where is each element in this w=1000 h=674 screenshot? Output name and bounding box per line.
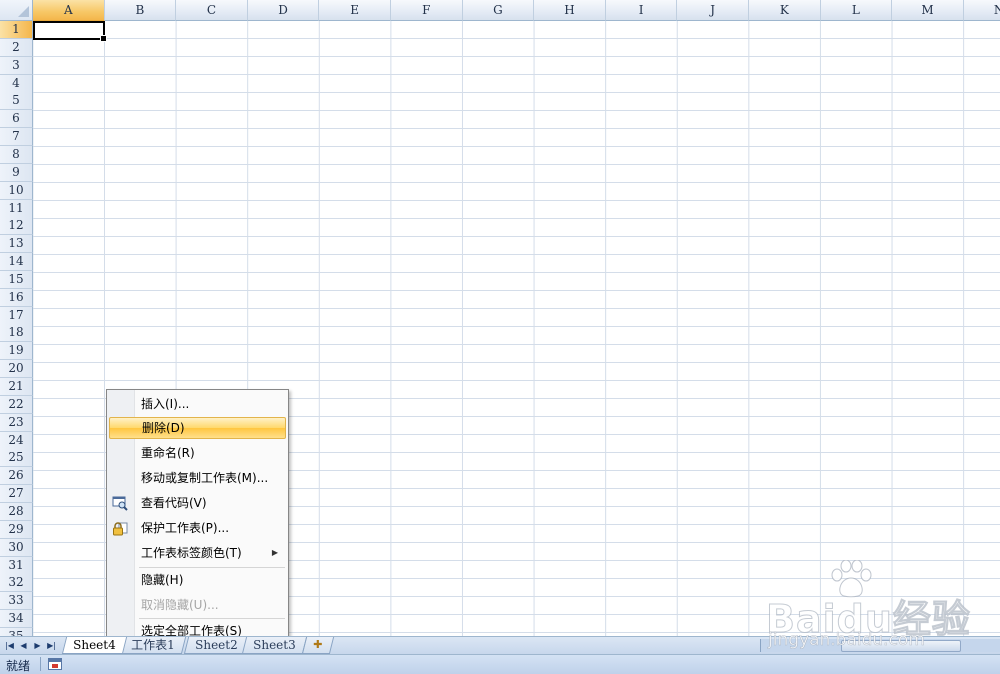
status-bar: 就绪 — [0, 654, 1000, 674]
row-header-10[interactable]: 10 — [0, 181, 33, 200]
row-header-28[interactable]: 28 — [0, 502, 33, 521]
row-header-24[interactable]: 24 — [0, 431, 33, 450]
row-header-1[interactable]: 1 — [0, 21, 33, 39]
menu-item-unhide: 取消隐藏(U)... — [141, 598, 219, 612]
sheet-tab-sheet4[interactable]: Sheet4 — [61, 637, 127, 654]
row-header-25[interactable]: 25 — [0, 449, 33, 468]
row-header-18[interactable]: 18 — [0, 324, 33, 343]
sheet-tab-worksheet1[interactable]: 工作表1 — [119, 637, 186, 654]
prev-sheet-icon[interactable]: ◀ — [17, 639, 30, 652]
row-header-5[interactable]: 5 — [0, 92, 33, 111]
menu-item-move-copy[interactable]: 移动或复制工作表(M)... — [109, 467, 286, 489]
select-all-button[interactable] — [0, 0, 33, 21]
row-header-21[interactable]: 21 — [0, 378, 33, 396]
row-header-23[interactable]: 23 — [0, 413, 33, 432]
sheet-tab-sheet2[interactable]: Sheet2 — [183, 637, 249, 654]
select-all-triangle-icon — [18, 6, 29, 17]
first-sheet-icon[interactable]: |◀ — [3, 639, 16, 652]
menu-item-hide[interactable]: 隐藏(H) — [109, 569, 286, 591]
row-header-19[interactable]: 19 — [0, 342, 33, 361]
row-header-6[interactable]: 6 — [0, 110, 33, 129]
sheet-tab-context-menu: 插入(I)... 删除(D) 重命名(R) 移动或复制工作表(M)... 查看代… — [106, 389, 289, 643]
row-header-15[interactable]: 15 — [0, 270, 33, 289]
row-header-9[interactable]: 9 — [0, 163, 33, 182]
row-header-29[interactable]: 29 — [0, 520, 33, 539]
row-header-30[interactable]: 30 — [0, 538, 33, 557]
menu-item-view-code[interactable]: 查看代码(V) — [109, 492, 286, 514]
row-header-12[interactable]: 12 — [0, 217, 33, 236]
column-header-n[interactable]: N — [963, 0, 1000, 21]
column-header-k[interactable]: K — [749, 0, 821, 21]
protect-sheet-icon — [113, 522, 128, 536]
sheet-tab-bar: |◀ ◀ ▶ ▶| Sheet4 工作表1 Sheet2 Sheet3 ✚ — [0, 636, 1000, 654]
macro-record-icon[interactable] — [48, 658, 62, 670]
menu-item-tab-color[interactable]: 工作表标签颜色(T) ▶ — [109, 542, 286, 564]
status-text: 就绪 — [6, 659, 31, 673]
next-sheet-icon[interactable]: ▶ — [31, 639, 44, 652]
column-header-l[interactable]: L — [820, 0, 893, 21]
row-header-4[interactable]: 4 — [0, 74, 33, 93]
column-header-j[interactable]: J — [677, 0, 749, 21]
row-header-8[interactable]: 8 — [0, 145, 33, 164]
fill-handle[interactable] — [100, 35, 107, 42]
menu-item-insert[interactable]: 插入(I)... — [109, 393, 286, 415]
last-sheet-icon[interactable]: ▶| — [45, 639, 58, 652]
row-header-13[interactable]: 13 — [0, 235, 33, 254]
row-header-17[interactable]: 17 — [0, 306, 33, 325]
column-header-g[interactable]: G — [462, 0, 535, 21]
column-header-e[interactable]: E — [319, 0, 391, 21]
row-header-35[interactable]: 35 — [0, 627, 33, 636]
active-cell-A1[interactable] — [33, 21, 107, 42]
menu-item-protect-sheet[interactable]: 保护工作表(P)... — [109, 517, 286, 539]
column-header-d[interactable]: D — [247, 0, 320, 21]
row-header-11[interactable]: 11 — [0, 199, 33, 218]
row-header-33[interactable]: 33 — [0, 592, 33, 611]
submenu-arrow-icon: ▶ — [271, 548, 278, 557]
insert-sheet-icon[interactable]: ✚ — [301, 637, 335, 654]
row-header-26[interactable]: 26 — [0, 467, 33, 486]
column-header-f[interactable]: F — [391, 0, 463, 21]
menu-separator — [139, 567, 285, 568]
row-header-31[interactable]: 31 — [0, 556, 33, 575]
row-header-2[interactable]: 2 — [0, 38, 33, 57]
column-header-i[interactable]: I — [605, 0, 678, 21]
row-header-7[interactable]: 7 — [0, 128, 33, 147]
horizontal-scrollbar[interactable] — [760, 639, 1000, 652]
status-separator — [40, 657, 41, 671]
menu-item-delete[interactable]: 删除(D) — [109, 417, 286, 439]
column-header-b[interactable]: B — [104, 0, 177, 21]
menu-separator — [139, 618, 285, 619]
row-header-20[interactable]: 20 — [0, 360, 33, 379]
row-header-32[interactable]: 32 — [0, 574, 33, 593]
view-code-icon — [112, 496, 128, 511]
column-header-a[interactable]: A — [33, 0, 105, 21]
menu-item-rename[interactable]: 重命名(R) — [109, 442, 286, 464]
row-header-27[interactable]: 27 — [0, 485, 33, 504]
row-header-34[interactable]: 34 — [0, 610, 33, 629]
row-header-3[interactable]: 3 — [0, 56, 33, 75]
sheet-tab-sheet3[interactable]: Sheet3 — [241, 637, 307, 654]
column-header-h[interactable]: H — [534, 0, 606, 21]
row-header-22[interactable]: 22 — [0, 395, 33, 414]
column-header-m[interactable]: M — [892, 0, 964, 21]
row-header-14[interactable]: 14 — [0, 253, 33, 272]
column-header-c[interactable]: C — [176, 0, 248, 21]
horizontal-scroll-thumb[interactable] — [841, 640, 961, 652]
row-header-16[interactable]: 16 — [0, 288, 33, 307]
